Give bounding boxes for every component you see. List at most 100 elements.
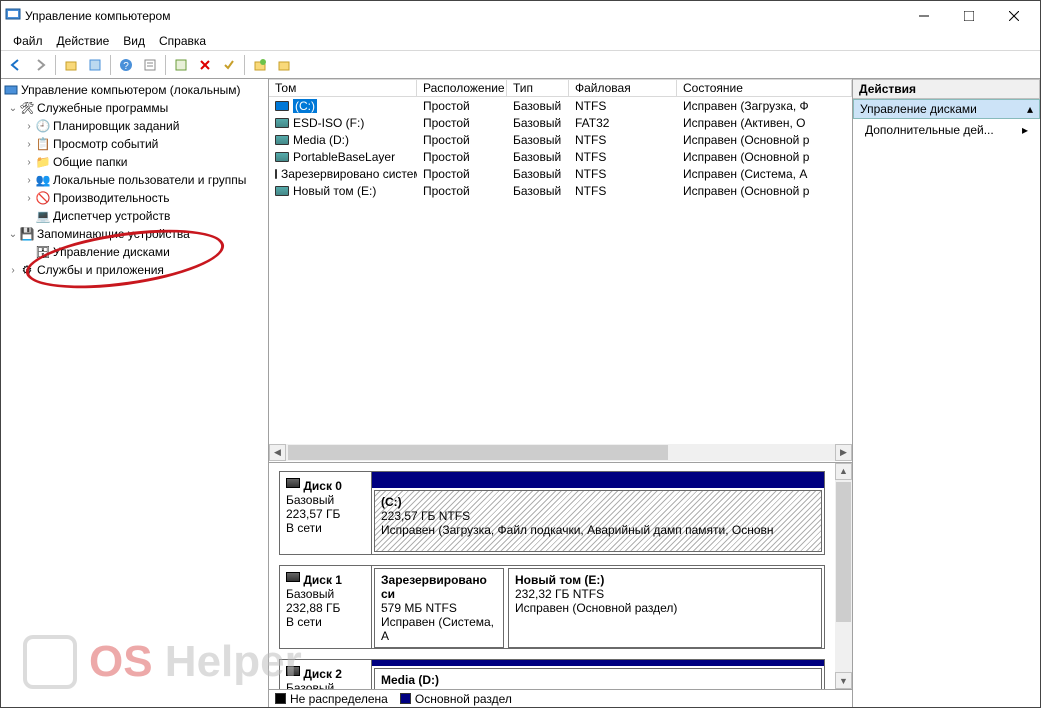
storage-icon: 💾: [19, 226, 35, 242]
scroll-left-icon[interactable]: ◀: [269, 444, 286, 461]
volume-row[interactable]: Новый том (E:)ПростойБазовыйNTFSИсправен…: [269, 182, 852, 199]
scheduler-icon: 🕘: [35, 118, 51, 134]
svg-text:?: ?: [123, 61, 129, 72]
devmgr-icon: 💻: [35, 208, 51, 224]
disk-graphics-pane[interactable]: Диск 0Базовый223,57 ГБВ сети(C:)223,57 Г…: [269, 463, 852, 708]
properties-icon[interactable]: [84, 54, 106, 76]
col-type[interactable]: Тип: [507, 80, 569, 96]
computer-icon: [3, 82, 19, 98]
eventviewer-icon: 📋: [35, 136, 51, 152]
volume-list[interactable]: (C:)ПростойБазовыйNTFSИсправен (Загрузка…: [269, 97, 852, 199]
collapse-arrow-icon[interactable]: ▴: [1027, 102, 1033, 116]
drive-icon: [275, 169, 277, 179]
refresh-icon[interactable]: [170, 54, 192, 76]
drive-icon: [275, 186, 289, 196]
expand-icon[interactable]: ›: [23, 139, 35, 150]
shares-icon: 📁: [35, 154, 51, 170]
drive-icon: [275, 152, 289, 162]
toolbar: ?: [1, 51, 1040, 79]
actions-header: Действия: [853, 79, 1040, 99]
scroll-up-icon[interactable]: ▲: [835, 463, 852, 480]
close-button[interactable]: [991, 2, 1036, 30]
collapse-icon[interactable]: ⌄: [7, 229, 19, 240]
navigation-tree[interactable]: Управление компьютером (локальным) ⌄🛠Слу…: [1, 79, 269, 707]
volume-hscroll[interactable]: ◀ ▶: [269, 444, 852, 462]
diskmgmt-icon: 🗄: [35, 244, 51, 260]
legend-primary: Основной раздел: [415, 692, 512, 706]
menu-help[interactable]: Справка: [153, 32, 212, 50]
legend-primary-swatch: [400, 693, 411, 704]
drive-icon: [275, 135, 289, 145]
tree-perf[interactable]: Производительность: [53, 191, 169, 205]
expand-icon[interactable]: ›: [7, 265, 19, 276]
tools-icon: 🛠: [19, 100, 35, 116]
actions-selected[interactable]: Управление дисками▴: [853, 99, 1040, 119]
actions-more[interactable]: Дополнительные дей...▸: [853, 119, 1040, 141]
tree-devmgr[interactable]: Диспетчер устройств: [53, 209, 170, 223]
expand-icon[interactable]: ›: [23, 175, 35, 186]
tree-users[interactable]: Локальные пользователи и группы: [53, 173, 246, 187]
actions-pane: Действия Управление дисками▴ Дополнитель…: [853, 79, 1040, 707]
new-icon[interactable]: [249, 54, 271, 76]
expand-icon[interactable]: ›: [23, 121, 35, 132]
scroll-right-icon[interactable]: ▶: [835, 444, 852, 461]
tree-eventviewer[interactable]: Просмотр событий: [53, 137, 158, 151]
disk-label: Диск 0Базовый223,57 ГБВ сети: [280, 472, 372, 554]
disk-management-pane: Том Расположение Тип Файловая система Со…: [269, 79, 853, 707]
volume-row[interactable]: (C:)ПростойБазовыйNTFSИсправен (Загрузка…: [269, 97, 852, 114]
partition-box[interactable]: Новый том (E:)232,32 ГБ NTFSИсправен (Ос…: [508, 568, 822, 648]
services-icon: ⚙: [19, 262, 35, 278]
minimize-button[interactable]: [901, 2, 946, 30]
volume-list-header: Том Расположение Тип Файловая система Со…: [269, 79, 852, 97]
maximize-button[interactable]: [946, 2, 991, 30]
scroll-down-icon[interactable]: ▼: [835, 672, 852, 689]
expand-icon[interactable]: ›: [23, 193, 35, 204]
volume-row[interactable]: Media (D:)ПростойБазовыйNTFSИсправен (Ос…: [269, 131, 852, 148]
window-title: Управление компьютером: [25, 9, 901, 23]
volume-row[interactable]: Зарезервировано системойПростойБазовыйNT…: [269, 165, 852, 182]
tree-storage[interactable]: Запоминающие устройства: [37, 227, 190, 241]
tree-services[interactable]: Службы и приложения: [37, 263, 164, 277]
menu-view[interactable]: Вид: [117, 32, 151, 50]
back-button[interactable]: [5, 54, 27, 76]
delete-icon[interactable]: [194, 54, 216, 76]
list-icon[interactable]: [139, 54, 161, 76]
menu-file[interactable]: Файл: [7, 32, 49, 50]
drive-icon: [275, 101, 289, 111]
col-status[interactable]: Состояние: [677, 80, 852, 96]
disk-label: Диск 1Базовый232,88 ГБВ сети: [280, 566, 372, 648]
perf-icon: 🚫: [35, 190, 51, 206]
tree-system-tools[interactable]: Служебные программы: [37, 101, 168, 115]
drive-icon: [275, 118, 289, 128]
disk-block[interactable]: Диск 0Базовый223,57 ГБВ сети(C:)223,57 Г…: [279, 471, 825, 555]
tree-diskmgmt[interactable]: Управление дисками: [53, 245, 170, 259]
volume-row[interactable]: PortableBaseLayerПростойБазовыйNTFSИспра…: [269, 148, 852, 165]
legend-unalloc: Не распределена: [290, 692, 388, 706]
help-icon[interactable]: ?: [115, 54, 137, 76]
col-volume[interactable]: Том: [269, 80, 417, 96]
legend-unalloc-swatch: [275, 693, 286, 704]
menu-action[interactable]: Действие: [51, 32, 116, 50]
check-icon[interactable]: [218, 54, 240, 76]
expand-icon[interactable]: ›: [23, 157, 35, 168]
disk-vscroll[interactable]: ▲ ▼: [835, 463, 852, 690]
volume-row[interactable]: ESD-ISO (F:)ПростойБазовыйFAT32Исправен …: [269, 114, 852, 131]
tree-scheduler[interactable]: Планировщик заданий: [53, 119, 179, 133]
computer-management-window: Управление компьютером Файл Действие Вид…: [0, 0, 1041, 708]
forward-button[interactable]: [29, 54, 51, 76]
collapse-icon[interactable]: ⌄: [7, 103, 19, 114]
partition-box[interactable]: (C:)223,57 ГБ NTFSИсправен (Загрузка, Фа…: [374, 490, 822, 552]
partition-box[interactable]: Зарезервировано си579 МБ NTFSИсправен (С…: [374, 568, 504, 648]
chevron-right-icon: ▸: [1022, 123, 1028, 137]
disk-block[interactable]: Диск 1Базовый232,88 ГБВ сетиЗарезервиров…: [279, 565, 825, 649]
up-icon[interactable]: [60, 54, 82, 76]
titlebar[interactable]: Управление компьютером: [1, 1, 1040, 31]
users-icon: 👥: [35, 172, 51, 188]
col-fs[interactable]: Файловая система: [569, 80, 677, 96]
tree-shares[interactable]: Общие папки: [53, 155, 127, 169]
tree-root[interactable]: Управление компьютером (локальным): [21, 83, 241, 97]
legend: Не распределена Основной раздел: [269, 689, 852, 707]
col-layout[interactable]: Расположение: [417, 80, 507, 96]
settings-icon[interactable]: [273, 54, 295, 76]
app-icon: [5, 6, 21, 27]
